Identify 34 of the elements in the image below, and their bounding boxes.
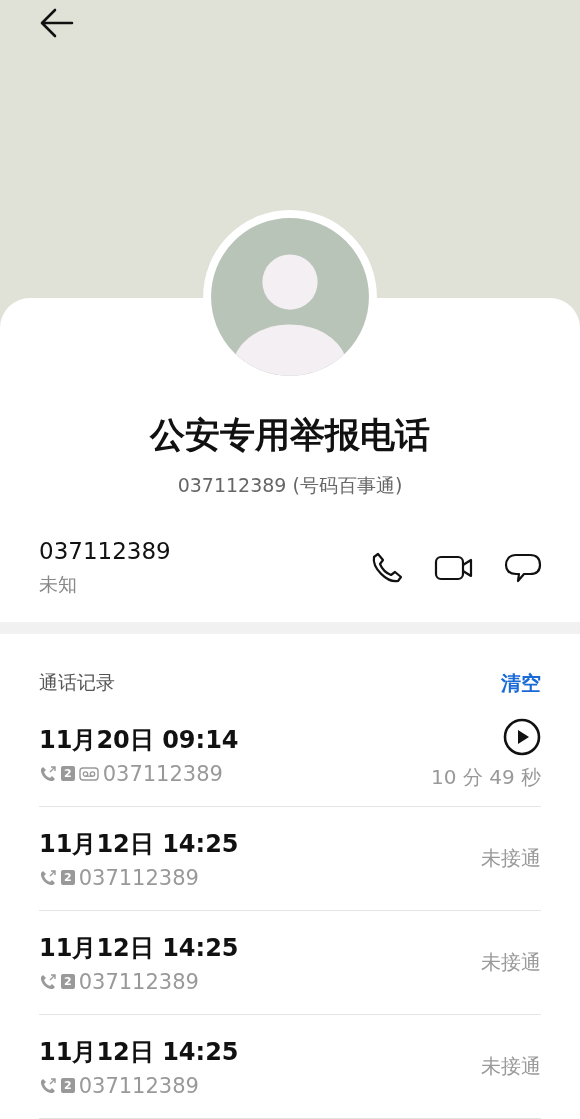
- sim-badge: 2: [61, 870, 75, 885]
- call-icon: [39, 764, 57, 783]
- play-icon[interactable]: [503, 718, 541, 756]
- contact-name: 公安专用举报电话: [150, 413, 430, 457]
- call-status: 未接通: [481, 845, 541, 872]
- sim-badge: 2: [61, 1078, 75, 1093]
- contact-subtitle: 037112389 (号码百事通): [177, 472, 403, 498]
- sim-badge: 2: [61, 974, 75, 989]
- call-time: 11月12日 14:25: [39, 1036, 239, 1068]
- call-status: 10 分 49 秒: [431, 764, 541, 791]
- back-icon[interactable]: [40, 8, 74, 38]
- clear-link[interactable]: 清空: [501, 669, 541, 697]
- call-log-row[interactable]: 11月12日 14:25 2 037112389 未接通: [39, 807, 541, 911]
- number-label: 未知: [39, 572, 78, 598]
- call-icon: [39, 972, 57, 991]
- message-icon[interactable]: [504, 552, 542, 585]
- call-icon: [39, 1076, 57, 1095]
- call-number: 037112389: [102, 761, 223, 786]
- call-time: 11月12日 14:25: [39, 932, 239, 964]
- call-number: 037112389: [78, 1073, 199, 1098]
- call-log-row[interactable]: 11月12日 14:25 2 037112389 未接通: [39, 1015, 541, 1119]
- call-time: 11月12日 14:25: [39, 828, 239, 860]
- call-log-row[interactable]: 11月20日 09:14 2 037112389 10 分 49 秒: [39, 703, 541, 807]
- call-status: 未接通: [481, 1053, 541, 1080]
- call-number: 037112389: [78, 969, 199, 994]
- call-status: 未接通: [481, 949, 541, 976]
- phone-number: 037112389: [39, 538, 172, 565]
- call-icon: [39, 868, 57, 887]
- section-title: 通话记录: [39, 670, 115, 696]
- call-log-row[interactable]: 11月12日 14:25 2 037112389 未接通: [39, 911, 541, 1015]
- video-call-icon[interactable]: [434, 554, 474, 583]
- call-time: 11月20日 09:14: [39, 724, 239, 756]
- sim-badge: 2: [61, 766, 75, 781]
- call-number: 037112389: [78, 865, 199, 890]
